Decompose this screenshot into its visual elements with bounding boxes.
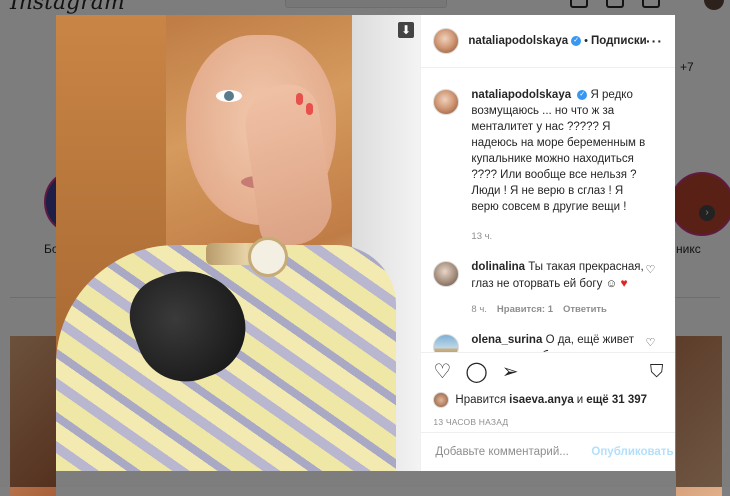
post-sidebar: nataliapodolskaya ✓ • Подписки ··· natal… — [420, 15, 676, 471]
author-avatar[interactable] — [433, 89, 460, 115]
publish-button[interactable]: Опубликовать — [591, 446, 673, 458]
like-comment-heart-icon[interactable]: ♡ — [646, 263, 656, 276]
caption-username[interactable]: nataliapodolskaya — [471, 89, 571, 101]
caption-row: nataliapodolskaya ✓ Я редко возмущаюсь .… — [433, 87, 663, 245]
comment-item: dolinalina Ты такая прекрасная, глаз не … — [433, 259, 663, 318]
add-comment-bar: Опубликовать — [421, 432, 676, 471]
verified-badge-icon: ✓ — [571, 36, 582, 46]
caption-text: Я редко возмущаюсь ... но что ж за мента… — [471, 89, 646, 213]
liker-avatar[interactable] — [433, 392, 450, 408]
caption-time[interactable]: 13 ч. — [471, 229, 492, 245]
save-bookmark-icon[interactable]: ⛉ — [650, 361, 664, 382]
author-username[interactable]: nataliapodolskaya — [468, 35, 568, 47]
post-timestamp[interactable]: 13 ЧАСОВ НАЗАД — [433, 417, 663, 427]
likes-count[interactable]: ещё 31 397 — [586, 394, 647, 406]
comment-username[interactable]: dolinalina — [471, 261, 525, 273]
verified-badge-icon: ✓ — [577, 89, 588, 100]
comment-username[interactable]: olena_surina — [471, 334, 542, 346]
commenter-avatar[interactable] — [433, 334, 460, 352]
like-heart-icon[interactable]: ♡ — [433, 361, 451, 383]
reply-button[interactable]: Ответить — [563, 302, 607, 318]
likes-prefix: Нравится — [455, 394, 507, 406]
commenter-avatar[interactable] — [433, 261, 460, 287]
likes-suffix: и — [576, 394, 584, 406]
heart-emoji-icon: ♥ — [620, 276, 628, 290]
more-options-icon[interactable]: ··· — [646, 33, 663, 49]
author-avatar[interactable] — [433, 28, 460, 54]
download-icon[interactable]: ⬇ — [398, 22, 414, 38]
separator-dot: • — [584, 35, 588, 47]
post-modal: ⬇ nataliapodolskaya ✓ • Подписки ··· nat… — [56, 15, 676, 471]
comment-likes[interactable]: Нравится: 1 — [497, 302, 553, 318]
likes-summary: Нравится isaeva.anya и ещё 31 397 — [433, 392, 663, 408]
comment-item: olena_surina О да, ещё живет поверье, чт… — [433, 332, 663, 352]
comments-list[interactable]: nataliapodolskaya ✓ Я редко возмущаюсь .… — [421, 69, 675, 352]
post-header: nataliapodolskaya ✓ • Подписки ··· — [421, 15, 675, 68]
comment-bubble-icon[interactable]: ◯ — [465, 361, 487, 383]
comment-time[interactable]: 8 ч. — [471, 302, 487, 318]
share-paper-plane-icon[interactable]: ➢ — [502, 361, 519, 383]
like-comment-heart-icon[interactable]: ♡ — [646, 336, 656, 349]
following-button[interactable]: Подписки — [591, 35, 647, 47]
post-photo[interactable]: ⬇ — [56, 15, 421, 471]
liker-username[interactable]: isaeva.anya — [509, 394, 574, 406]
comment-input[interactable] — [433, 445, 592, 459]
